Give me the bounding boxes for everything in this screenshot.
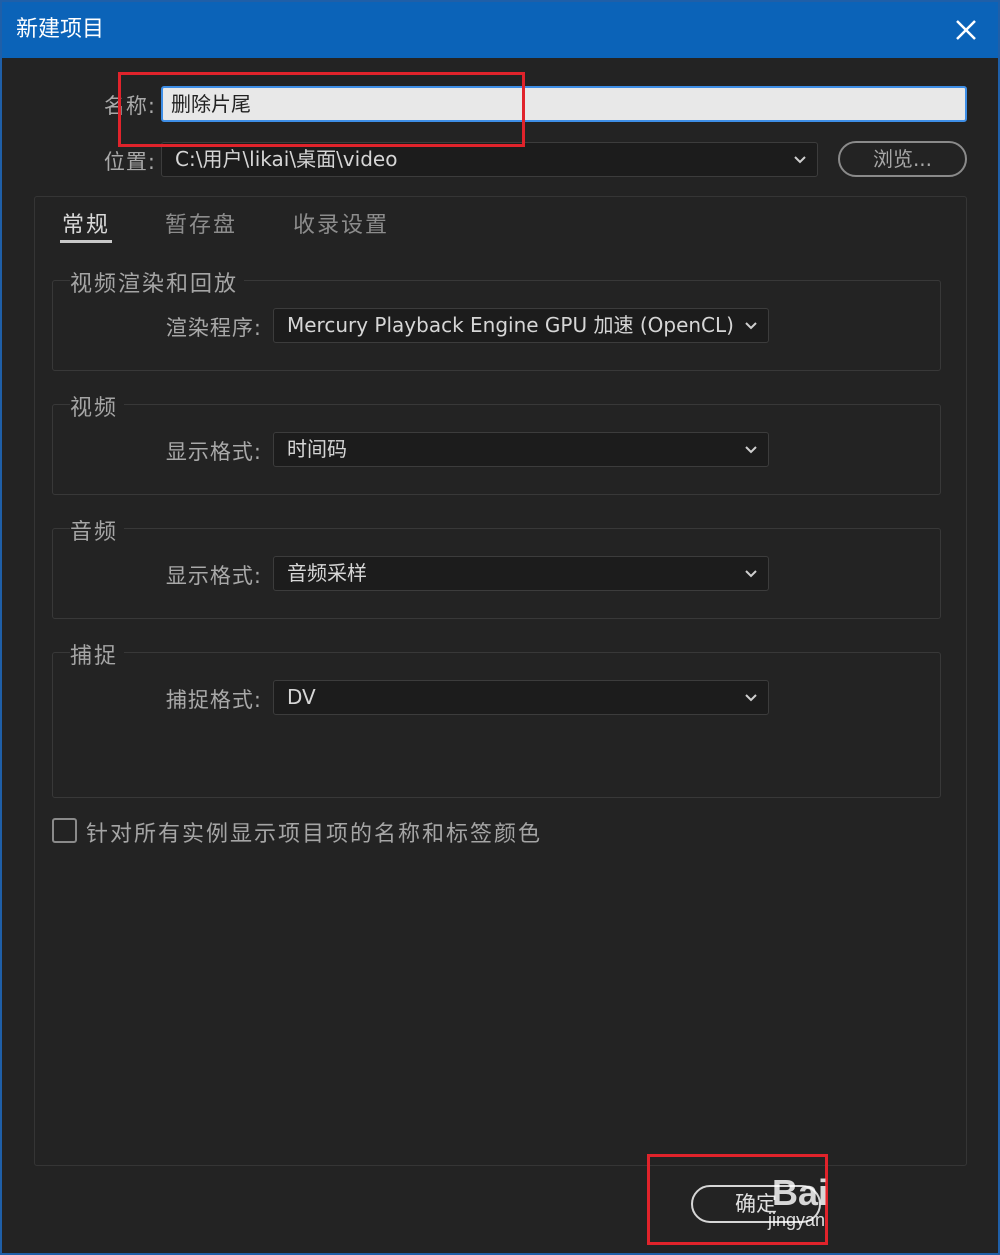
tab-general[interactable]: 常规: [62, 207, 110, 239]
renderer-dropdown[interactable]: Mercury Playback Engine GPU 加速 (OpenCL): [273, 308, 769, 343]
video-display-format-label: 显示格式:: [165, 440, 262, 464]
close-icon: [956, 20, 976, 40]
show-label-colors-label[interactable]: 针对所有实例显示项目项的名称和标签颜色: [86, 816, 542, 848]
capture-title: 捕捉: [70, 638, 125, 670]
ok-button[interactable]: 确定: [691, 1185, 821, 1223]
chevron-down-icon: [794, 155, 806, 163]
video-display-format-value: 时间码: [287, 437, 347, 461]
chevron-down-icon: [745, 321, 757, 329]
audio-title: 音频: [70, 514, 125, 546]
location-dropdown[interactable]: C:\用户\likai\桌面\video: [161, 142, 818, 177]
capture-format-label: 捕捉格式:: [165, 688, 262, 712]
capture-format-value: DV: [287, 685, 316, 709]
location-value: C:\用户\likai\桌面\video: [175, 147, 398, 171]
audio-display-format-label: 显示格式:: [165, 564, 262, 588]
dialog-title: 新建项目: [16, 17, 105, 42]
audio-display-format-value: 音频采样: [287, 561, 367, 585]
video-title: 视频: [70, 390, 125, 422]
renderer-value: Mercury Playback Engine GPU 加速 (OpenCL): [287, 313, 734, 337]
title-bar[interactable]: 新建项目: [2, 2, 998, 58]
show-label-colors-checkbox[interactable]: [52, 818, 77, 843]
new-project-dialog: 新建项目 名称: 删除片尾 位置: C:\用户\likai\桌面\video 浏…: [0, 0, 1000, 1255]
capture-group: [52, 652, 941, 798]
audio-display-format-dropdown[interactable]: 音频采样: [273, 556, 769, 591]
project-name-input[interactable]: 删除片尾: [161, 86, 967, 122]
tab-scratch-disks[interactable]: 暂存盘: [165, 207, 237, 239]
renderer-label: 渲染程序:: [165, 316, 262, 340]
capture-format-dropdown[interactable]: DV: [273, 680, 769, 715]
chevron-down-icon: [745, 569, 757, 577]
tab-ingest-settings[interactable]: 收录设置: [293, 207, 389, 239]
render-playback-title: 视频渲染和回放: [70, 266, 245, 298]
active-tab-indicator: [60, 240, 112, 243]
chevron-down-icon: [745, 445, 757, 453]
close-button[interactable]: [946, 10, 986, 50]
name-label: 名称:: [103, 94, 156, 118]
chevron-down-icon: [745, 693, 757, 701]
location-label: 位置:: [103, 150, 156, 174]
video-display-format-dropdown[interactable]: 时间码: [273, 432, 769, 467]
browse-button[interactable]: 浏览...: [838, 141, 967, 177]
